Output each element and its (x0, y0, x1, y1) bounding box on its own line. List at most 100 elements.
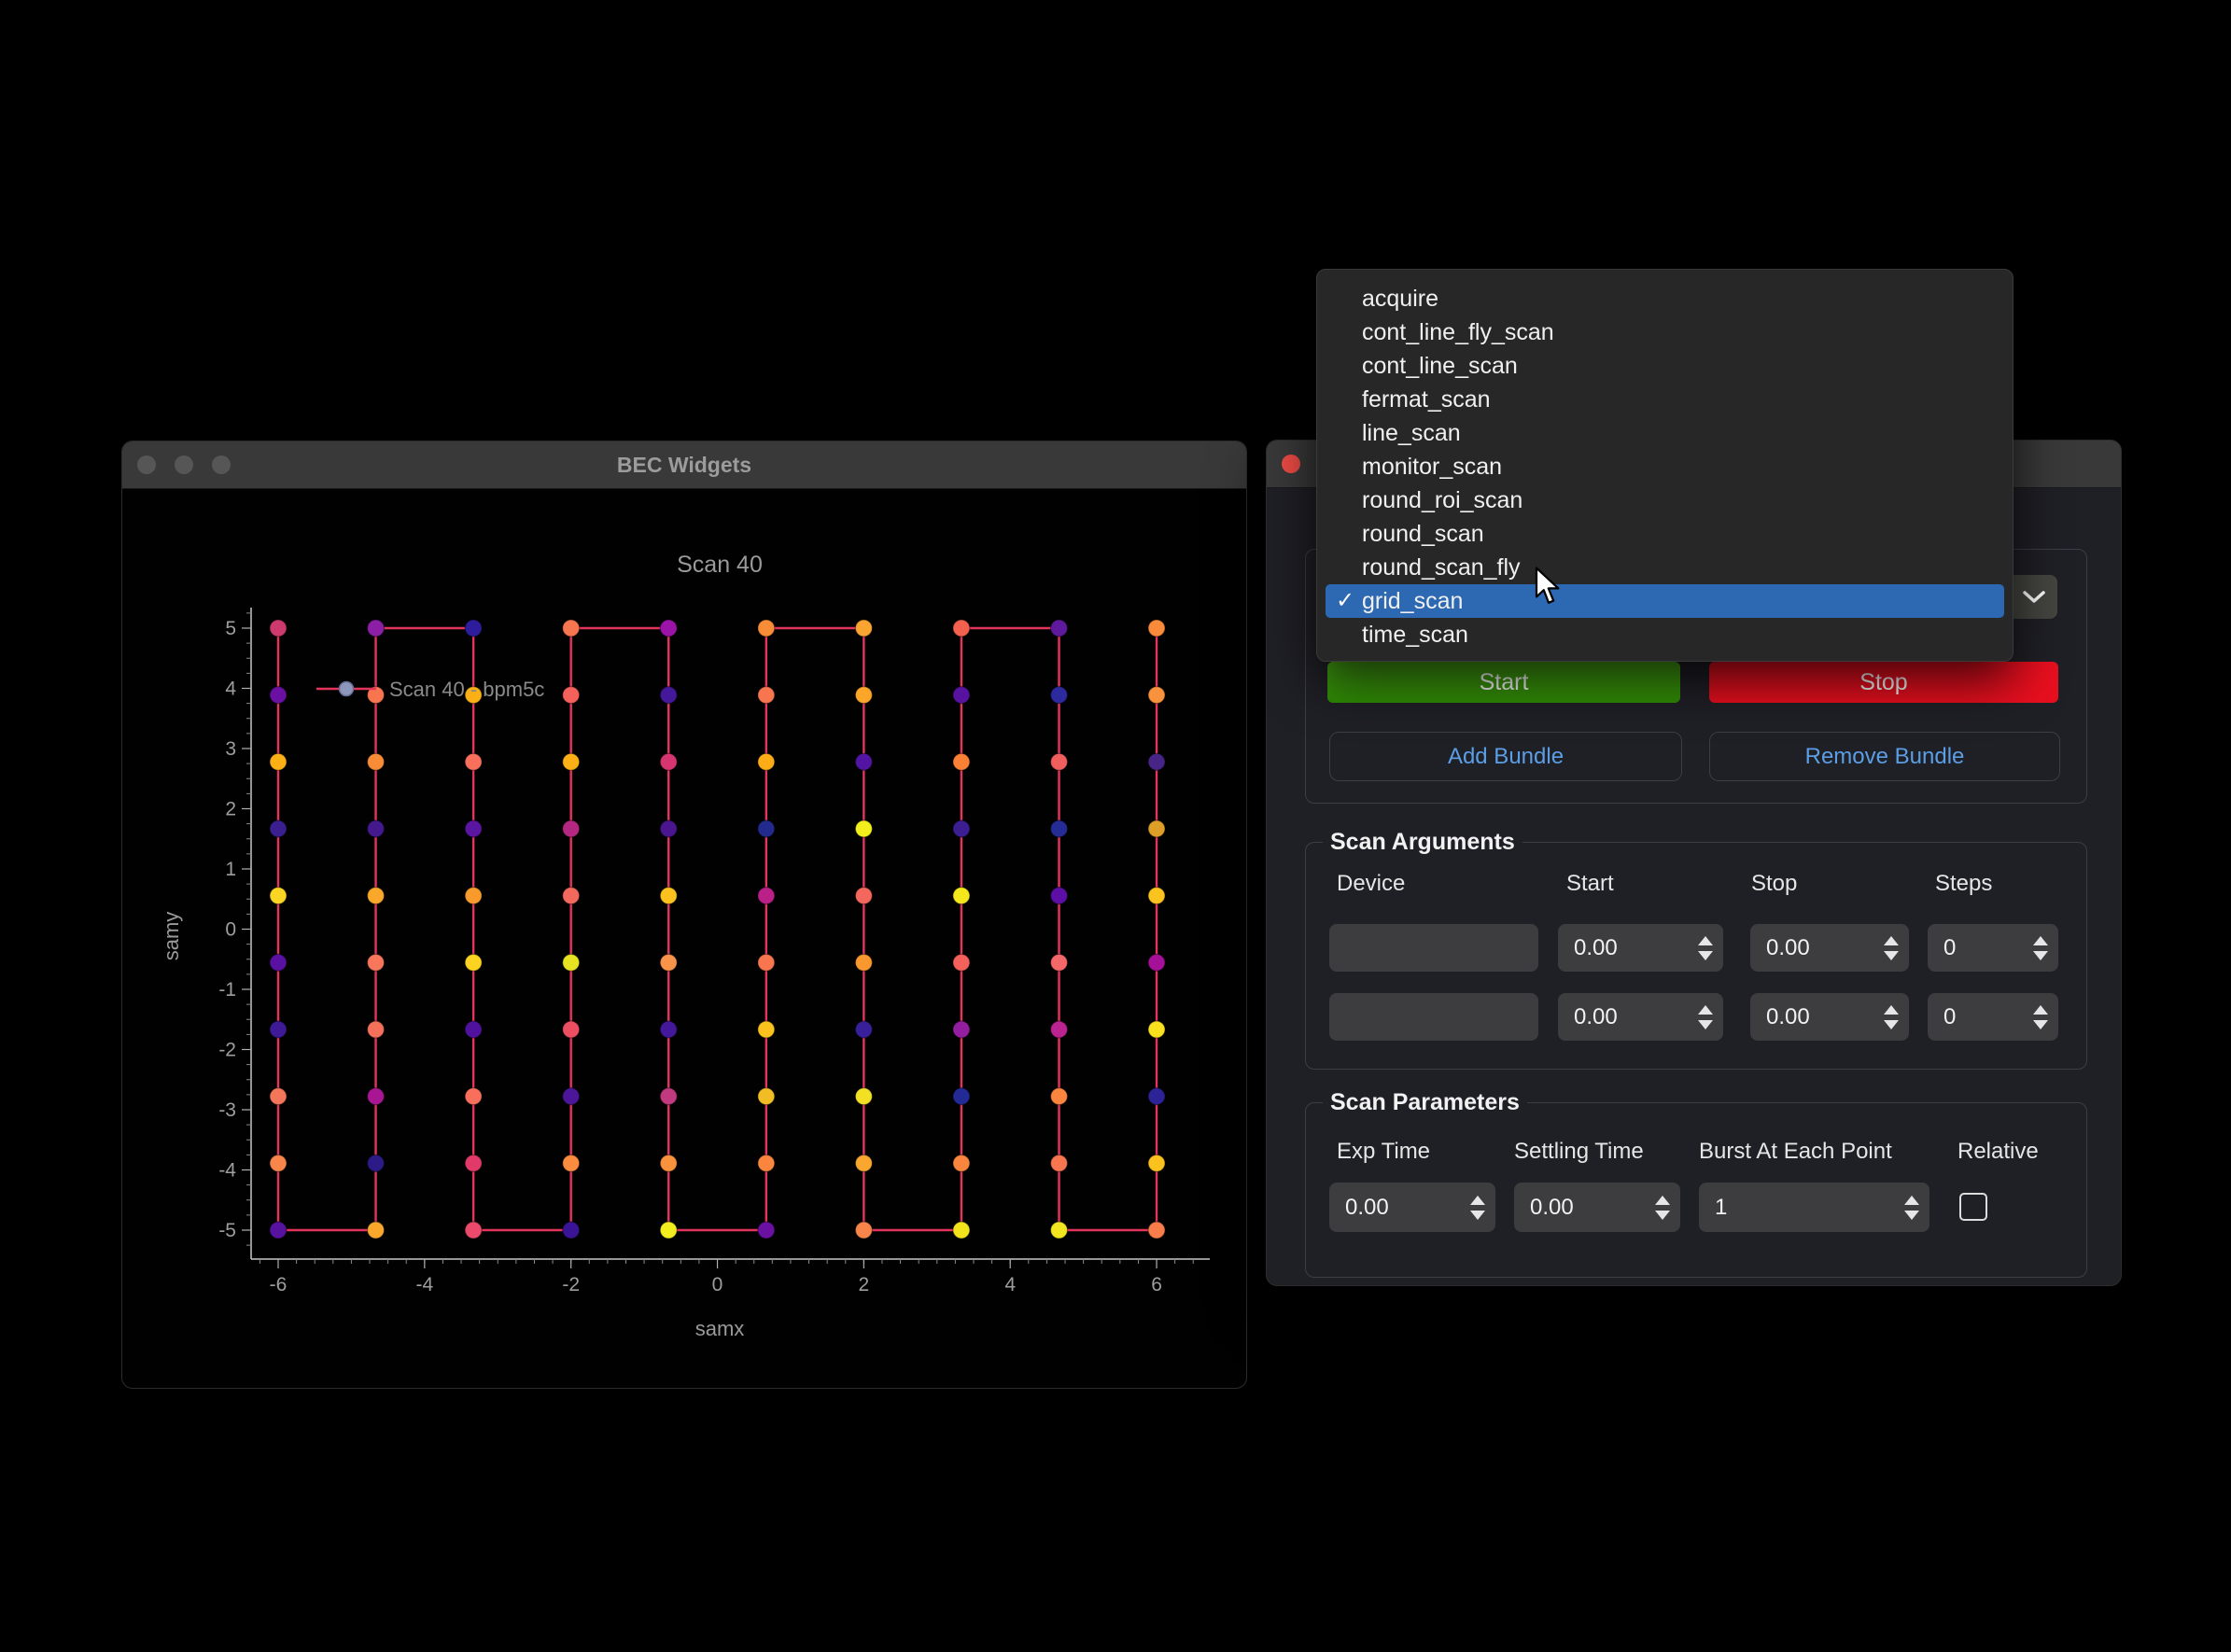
scan-point[interactable] (1148, 954, 1165, 971)
remove-bundle-button[interactable]: Remove Bundle (1709, 732, 2060, 781)
scan-point[interactable] (1051, 1021, 1068, 1038)
scan-point[interactable] (465, 1222, 482, 1239)
exp-time-spinbox[interactable]: 0.00 (1329, 1183, 1495, 1232)
scan-point[interactable] (465, 888, 482, 904)
scan-point[interactable] (855, 1222, 872, 1239)
scan-point[interactable] (855, 1021, 872, 1038)
scan-point[interactable] (270, 820, 287, 837)
scan-point[interactable] (563, 753, 580, 770)
scan-point[interactable] (758, 888, 775, 904)
steps-spinbox-row2[interactable]: 0 (1928, 993, 2058, 1041)
scan-point[interactable] (660, 1088, 677, 1105)
scan-point[interactable] (660, 1222, 677, 1239)
device-input-row1[interactable] (1329, 924, 1538, 972)
scan-point[interactable] (563, 820, 580, 837)
scan-point[interactable] (855, 954, 872, 971)
scan-point[interactable] (1148, 1088, 1165, 1105)
scan-point[interactable] (758, 1155, 775, 1171)
scan-point[interactable] (270, 1155, 287, 1171)
spinner-arrows[interactable] (2033, 936, 2048, 960)
scan-point[interactable] (1051, 820, 1068, 837)
scan-point[interactable] (953, 820, 970, 837)
spinner-arrows[interactable] (2033, 1005, 2048, 1029)
scan-point[interactable] (660, 753, 677, 770)
scan-point[interactable] (368, 1155, 385, 1171)
scan-point[interactable] (855, 1155, 872, 1171)
scan-point[interactable] (563, 620, 580, 637)
dropdown-item-cont_line_fly_scan[interactable]: cont_line_fly_scan (1317, 315, 2013, 349)
stop-spinbox-row2[interactable]: 0.00 (1750, 993, 1909, 1041)
spinner-arrows[interactable] (1904, 1196, 1919, 1220)
scan-point[interactable] (953, 1222, 970, 1239)
scan-point[interactable] (1051, 1088, 1068, 1105)
scan-point[interactable] (953, 753, 970, 770)
minimize-button-icon[interactable] (175, 455, 193, 474)
scan-point[interactable] (368, 954, 385, 971)
scan-point[interactable] (855, 753, 872, 770)
scan-point[interactable] (465, 820, 482, 837)
start-button[interactable]: Start (1327, 662, 1680, 703)
scan-point[interactable] (1051, 954, 1068, 971)
dropdown-item-time_scan[interactable]: time_scan (1317, 618, 2013, 651)
steps-spinbox-row1[interactable]: 0 (1928, 924, 2058, 972)
scan-point[interactable] (758, 620, 775, 637)
scan-point[interactable] (563, 888, 580, 904)
scan-point[interactable] (368, 753, 385, 770)
scan-point[interactable] (660, 820, 677, 837)
add-bundle-button[interactable]: Add Bundle (1329, 732, 1682, 781)
scan-point[interactable] (953, 687, 970, 704)
scan-point[interactable] (368, 1021, 385, 1038)
dropdown-item-acquire[interactable]: acquire (1317, 282, 2013, 315)
scan-point[interactable] (1148, 1155, 1165, 1171)
dropdown-item-round_scan_fly[interactable]: round_scan_fly (1317, 551, 2013, 584)
scan-point[interactable] (1051, 888, 1068, 904)
scan-point[interactable] (1051, 1222, 1068, 1239)
scan-point[interactable] (953, 1088, 970, 1105)
dropdown-item-grid_scan[interactable]: ✓grid_scan (1326, 584, 2004, 618)
dropdown-item-cont_line_scan[interactable]: cont_line_scan (1317, 349, 2013, 383)
scan-point[interactable] (1148, 888, 1165, 904)
relative-checkbox[interactable] (1959, 1193, 1987, 1221)
scan-point[interactable] (1148, 687, 1165, 704)
spinner-arrows[interactable] (1884, 1005, 1899, 1029)
scan-point[interactable] (758, 687, 775, 704)
scan-point[interactable] (563, 1222, 580, 1239)
scan-point[interactable] (660, 954, 677, 971)
scan-point[interactable] (270, 888, 287, 904)
scan-point[interactable] (1148, 1021, 1165, 1038)
scan-point[interactable] (660, 620, 677, 637)
spinner-arrows[interactable] (1698, 936, 1713, 960)
scan-point[interactable] (1148, 1222, 1165, 1239)
scan-point[interactable] (465, 1155, 482, 1171)
settling-time-spinbox[interactable]: 0.00 (1514, 1183, 1680, 1232)
start-spinbox-row2[interactable]: 0.00 (1558, 993, 1723, 1041)
scan-point[interactable] (1148, 753, 1165, 770)
scan-point[interactable] (465, 954, 482, 971)
scan-point[interactable] (563, 687, 580, 704)
scan-point[interactable] (660, 888, 677, 904)
left-window-titlebar[interactable]: BEC Widgets (122, 441, 1246, 489)
scan-point[interactable] (758, 1088, 775, 1105)
scan-point[interactable] (1148, 820, 1165, 837)
scan-point[interactable] (563, 954, 580, 971)
scan-point[interactable] (758, 753, 775, 770)
scan-point[interactable] (368, 1222, 385, 1239)
start-spinbox-row1[interactable]: 0.00 (1558, 924, 1723, 972)
dropdown-item-monitor_scan[interactable]: monitor_scan (1317, 450, 2013, 483)
close-button-icon[interactable] (1282, 455, 1300, 473)
scan-plot[interactable]: -6-4-20246543210-1-2-3-4-5Scan 40samxsam… (122, 488, 1246, 1388)
dropdown-item-round_scan[interactable]: round_scan (1317, 517, 2013, 551)
zoom-button-icon[interactable] (212, 455, 231, 474)
spinner-arrows[interactable] (1470, 1196, 1485, 1220)
scan-point[interactable] (270, 620, 287, 637)
scan-point[interactable] (465, 753, 482, 770)
scan-point[interactable] (660, 687, 677, 704)
stop-button[interactable]: Stop (1709, 662, 2058, 703)
scan-point[interactable] (855, 620, 872, 637)
device-input-row2[interactable] (1329, 993, 1538, 1041)
scan-point[interactable] (270, 753, 287, 770)
legend-label[interactable]: Scan 40 - bpm5c (389, 678, 544, 701)
scan-point[interactable] (953, 888, 970, 904)
burst-spinbox[interactable]: 1 (1699, 1183, 1929, 1232)
scan-point[interactable] (660, 1021, 677, 1038)
